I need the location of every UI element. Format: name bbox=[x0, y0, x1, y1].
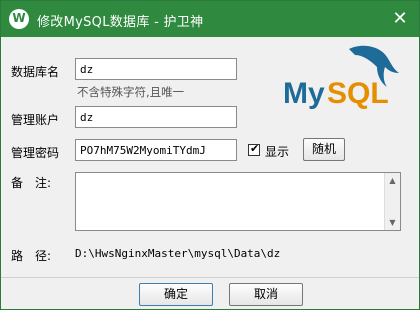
show-password-checkbox[interactable]: ✔ bbox=[248, 142, 260, 156]
account-input[interactable] bbox=[75, 106, 237, 128]
dialog-window: W 修改MySQL数据库 - 护卫神 ✕ My SQL 数据库名 不含特殊字符,… bbox=[0, 0, 420, 310]
notes-scrollbar[interactable]: ▲ ▼ bbox=[384, 173, 400, 230]
app-icon-letter: W bbox=[12, 11, 26, 25]
notes-label: 备 注: bbox=[11, 176, 52, 190]
mysql-logo: My SQL bbox=[283, 45, 399, 110]
cancel-button[interactable]: 取消 bbox=[229, 283, 303, 306]
footer-divider bbox=[1, 277, 419, 278]
db-name-label: 数据库名 bbox=[11, 65, 60, 79]
password-label: 管理密码 bbox=[11, 146, 60, 160]
show-password-label[interactable]: 显示 bbox=[265, 143, 289, 160]
password-input[interactable] bbox=[75, 139, 237, 161]
app-icon: W bbox=[9, 9, 29, 29]
account-label: 管理账户 bbox=[11, 113, 60, 127]
close-icon[interactable]: ✕ bbox=[387, 7, 413, 31]
path-value: D:\HwsNginxMaster\mysql\Data\dz bbox=[75, 247, 281, 260]
db-name-hint: 不含特殊字符,且唯一 bbox=[77, 85, 185, 99]
path-label: 路 径: bbox=[11, 249, 52, 263]
random-password-button[interactable]: 随机 bbox=[303, 138, 345, 161]
logo-text-my: My bbox=[283, 77, 325, 110]
scroll-up-icon[interactable]: ▲ bbox=[386, 174, 399, 187]
title-bar[interactable]: W 修改MySQL数据库 - 护卫神 ✕ bbox=[1, 1, 419, 37]
window-title: 修改MySQL数据库 - 护卫神 bbox=[37, 15, 204, 30]
logo-text-sql: SQL bbox=[327, 77, 389, 110]
checkmark-icon: ✔ bbox=[250, 142, 260, 155]
notes-textarea[interactable]: ▲ ▼ bbox=[75, 172, 401, 231]
db-name-input[interactable] bbox=[75, 58, 237, 80]
ok-button[interactable]: 确定 bbox=[139, 283, 213, 306]
scroll-down-icon[interactable]: ▼ bbox=[386, 216, 399, 229]
